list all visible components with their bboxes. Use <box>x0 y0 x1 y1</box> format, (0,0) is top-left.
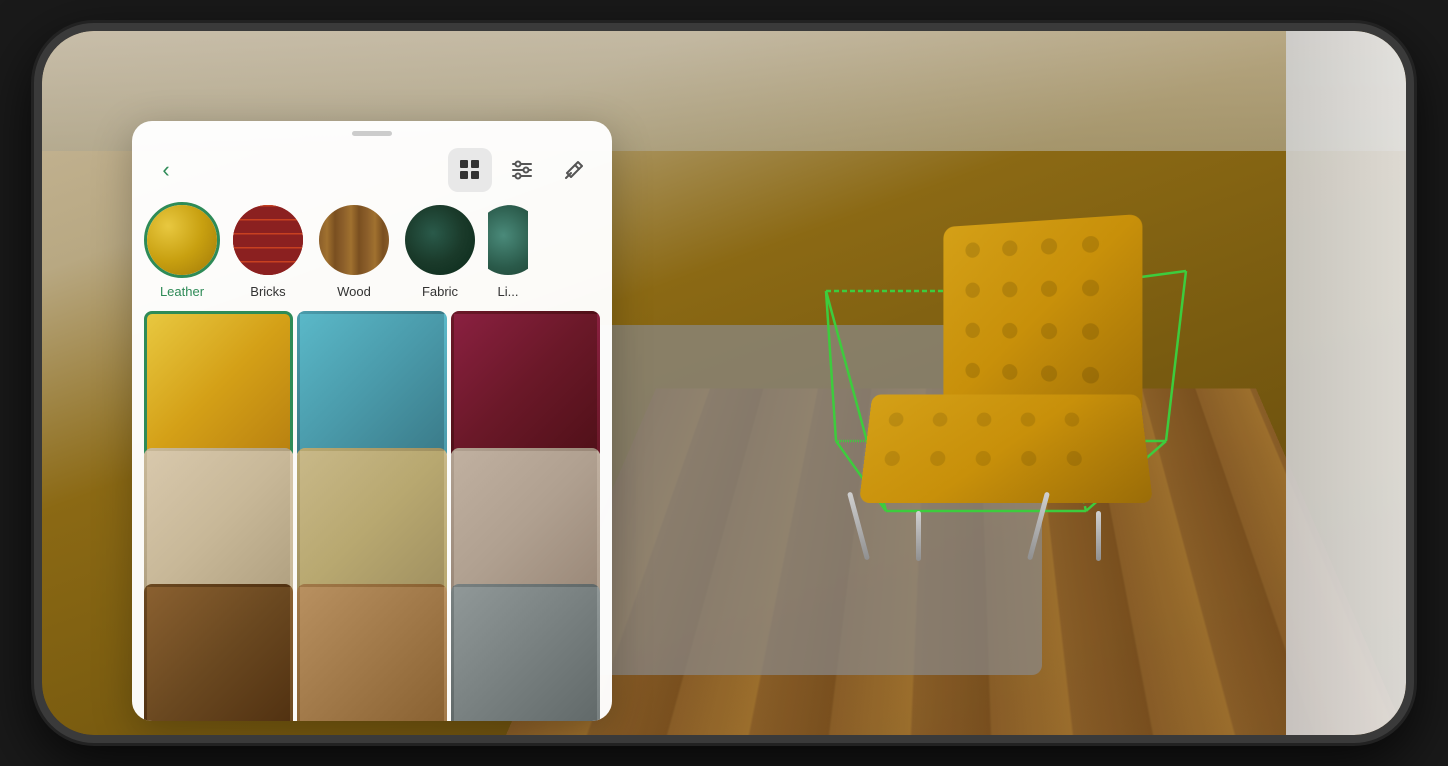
toolbar: ‹ <box>132 142 612 202</box>
grid-icon <box>459 159 481 181</box>
category-wood[interactable]: Wood <box>316 202 392 299</box>
leather-label: Leather <box>160 284 204 299</box>
back-button[interactable]: ‹ <box>148 152 184 188</box>
material-beige1-leather[interactable] <box>144 448 293 597</box>
category-row: Leather Bricks Wood <box>132 202 612 307</box>
category-fabric[interactable]: Fabric <box>402 202 478 299</box>
material-yellow-leather[interactable] <box>144 311 293 460</box>
material-brown-leather[interactable] <box>144 584 293 721</box>
fabric-label: Fabric <box>422 284 458 299</box>
leather-circle <box>144 202 220 278</box>
material-teal-leather[interactable] <box>297 311 446 460</box>
filter-icon <box>511 159 533 181</box>
material-gray-leather[interactable] <box>451 584 600 721</box>
filter-button[interactable] <box>500 148 544 192</box>
fabric-circle <box>402 202 478 278</box>
material-beige3-leather[interactable] <box>451 448 600 597</box>
wood-circle <box>316 202 392 278</box>
pin-button[interactable] <box>552 148 596 192</box>
category-bricks[interactable]: Bricks <box>230 202 306 299</box>
category-more[interactable]: Li... <box>488 202 528 299</box>
phone-frame: ‹ <box>34 23 1414 743</box>
bricks-circle <box>230 202 306 278</box>
material-beige2-leather[interactable] <box>297 448 446 597</box>
material-burgundy-leather[interactable] <box>451 311 600 460</box>
bricks-label: Bricks <box>250 284 285 299</box>
more-circle <box>488 202 528 278</box>
material-grid <box>132 307 612 721</box>
chair-back-rest <box>943 214 1142 418</box>
pin-icon <box>563 159 585 181</box>
more-label: Li... <box>498 284 519 299</box>
wood-label: Wood <box>337 284 371 299</box>
material-tan-leather[interactable] <box>297 584 446 721</box>
wall-trim <box>1286 31 1406 735</box>
chair-legs <box>836 481 1176 561</box>
chair-visual <box>836 221 1186 561</box>
category-leather[interactable]: Leather <box>144 202 220 299</box>
ar-chair[interactable] <box>776 171 1256 621</box>
material-panel: ‹ <box>132 121 612 721</box>
drag-handle <box>352 131 392 136</box>
grid-view-button[interactable] <box>448 148 492 192</box>
screen: ‹ <box>42 31 1406 735</box>
